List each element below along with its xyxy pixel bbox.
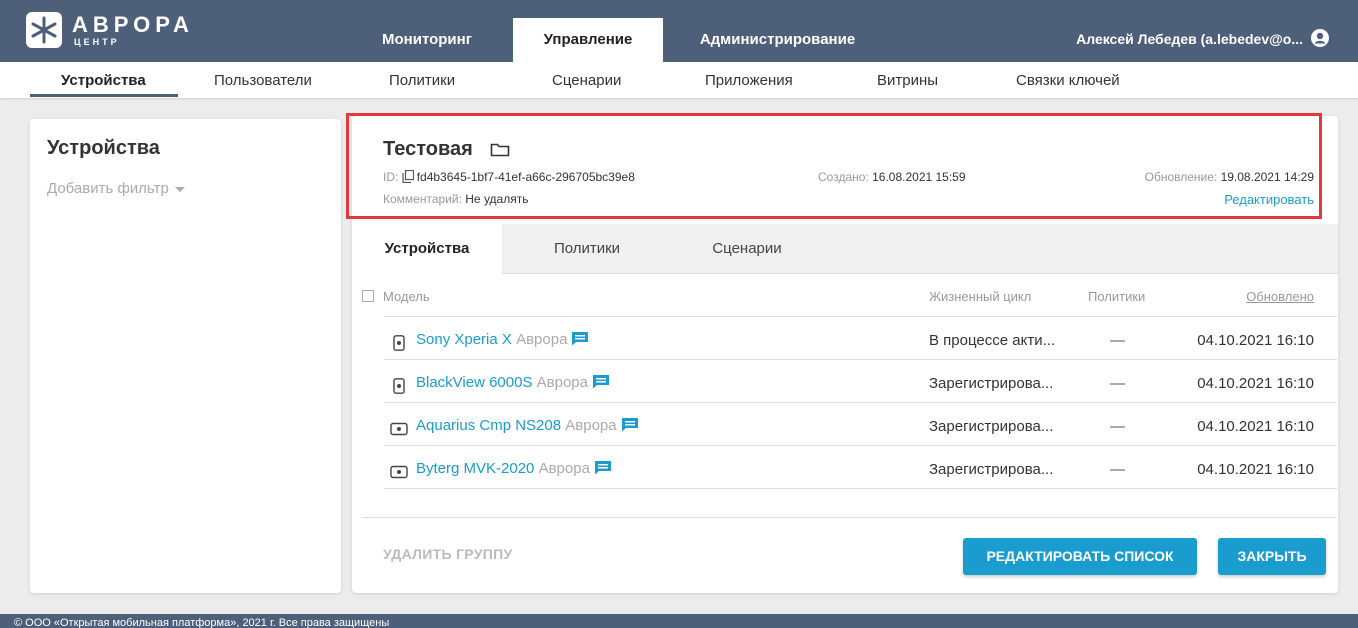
edit-list-button[interactable]: РЕДАКТИРОВАТЬ СПИСОК — [963, 538, 1197, 575]
user-name[interactable]: Алексей Лебедев (a.lebedev@o... — [1076, 31, 1303, 47]
tab-administration[interactable]: Администрирование — [680, 18, 875, 62]
sub-navigation: Устройства Пользователи Политики Сценари… — [0, 62, 1358, 98]
tablet-icon — [390, 422, 408, 436]
table-divider — [384, 316, 1337, 317]
device-name-link[interactable]: Aquarius Cmp NS208 — [416, 417, 561, 434]
user-account-icon[interactable] — [1310, 28, 1330, 48]
add-filter-dropdown[interactable]: Добавить фильтр — [47, 180, 185, 197]
column-header-model[interactable]: Модель — [383, 289, 430, 304]
tab-devices[interactable]: Устройства — [352, 224, 502, 275]
devices-sidebar: Устройства Добавить фильтр — [30, 119, 341, 593]
add-filter-label: Добавить фильтр — [47, 180, 169, 197]
device-name-link[interactable]: BlackView 6000S — [416, 374, 532, 391]
comment-icon[interactable] — [592, 374, 610, 389]
actions-divider — [362, 517, 1337, 518]
device-name-link[interactable]: Sony Xperia X — [416, 331, 512, 348]
table-divider — [384, 445, 1337, 446]
device-cell: Byterg MVK-2020 Аврора — [416, 460, 612, 477]
phone-icon — [393, 378, 405, 394]
subnav-users[interactable]: Пользователи — [214, 72, 312, 89]
subnav-keychains[interactable]: Связки ключей — [1016, 72, 1120, 89]
tab-policies[interactable]: Политики — [502, 224, 672, 274]
policies-cell: — — [1110, 332, 1125, 349]
subnav-devices[interactable]: Устройства — [61, 72, 146, 89]
active-subnav-indicator — [30, 94, 178, 97]
comment-icon[interactable] — [621, 417, 639, 432]
column-header-lifecycle[interactable]: Жизненный цикл — [929, 289, 1031, 304]
logo-subtitle: ЦЕНТР — [74, 37, 120, 47]
table-divider — [384, 488, 1337, 489]
device-cell: BlackView 6000S Аврора — [416, 374, 610, 391]
phone-icon — [393, 335, 405, 351]
lifecycle-cell: Зарегистрирова... — [929, 461, 1054, 478]
subnav-showcases[interactable]: Витрины — [877, 72, 938, 89]
footer: © ООО «Открытая мобильная платформа», 20… — [0, 614, 1358, 628]
logo[interactable]: АВРОРА ЦЕНТР — [26, 10, 226, 54]
select-all-checkbox[interactable] — [362, 290, 374, 302]
updated-cell: 04.10.2021 16:10 — [1197, 375, 1314, 392]
tablet-icon — [390, 465, 408, 479]
tab-management[interactable]: Управление — [513, 18, 663, 62]
column-header-updated[interactable]: Обновлено — [1246, 289, 1314, 304]
sidebar-title: Устройства — [47, 137, 160, 159]
device-cell: Sony Xperia X Аврора — [416, 331, 589, 348]
table-divider — [384, 402, 1337, 403]
device-name-link[interactable]: Byterg MVK-2020 — [416, 460, 534, 477]
subnav-scenarios[interactable]: Сценарии — [552, 72, 621, 89]
device-os: Аврора — [565, 417, 617, 434]
device-os: Аврора — [516, 331, 568, 348]
updated-cell: 04.10.2021 16:10 — [1197, 332, 1314, 349]
device-os: Аврора — [536, 374, 588, 391]
policies-cell: — — [1110, 418, 1125, 435]
table-divider — [384, 359, 1337, 360]
top-bar: АВРОРА ЦЕНТР Мониторинг Управление Админ… — [0, 0, 1358, 62]
device-cell: Aquarius Cmp NS208 Аврора — [416, 417, 639, 434]
comment-icon[interactable] — [571, 331, 589, 346]
subnav-policies[interactable]: Политики — [389, 72, 455, 89]
updated-cell: 04.10.2021 16:10 — [1197, 418, 1314, 435]
updated-cell: 04.10.2021 16:10 — [1197, 461, 1314, 478]
comment-icon[interactable] — [594, 460, 612, 475]
header-highlight-box — [346, 113, 1322, 219]
device-os: Аврора — [538, 460, 590, 477]
close-button[interactable]: ЗАКРЫТЬ — [1218, 538, 1326, 575]
policies-cell: — — [1110, 461, 1125, 478]
policies-cell: — — [1110, 375, 1125, 392]
column-header-policies[interactable]: Политики — [1088, 289, 1145, 304]
lifecycle-cell: Зарегистрирова... — [929, 418, 1054, 435]
delete-group-button[interactable]: УДАЛИТЬ ГРУППУ — [383, 546, 512, 562]
logo-name: АВРОРА — [72, 12, 194, 37]
aurora-logo-icon — [26, 12, 62, 48]
tab-scenarios[interactable]: Сценарии — [672, 224, 822, 274]
chevron-down-icon — [174, 186, 185, 192]
lifecycle-cell: В процессе акти... — [929, 332, 1056, 349]
lifecycle-cell: Зарегистрирова... — [929, 375, 1054, 392]
subnav-applications[interactable]: Приложения — [705, 72, 793, 89]
tab-monitoring[interactable]: Мониторинг — [362, 18, 492, 62]
